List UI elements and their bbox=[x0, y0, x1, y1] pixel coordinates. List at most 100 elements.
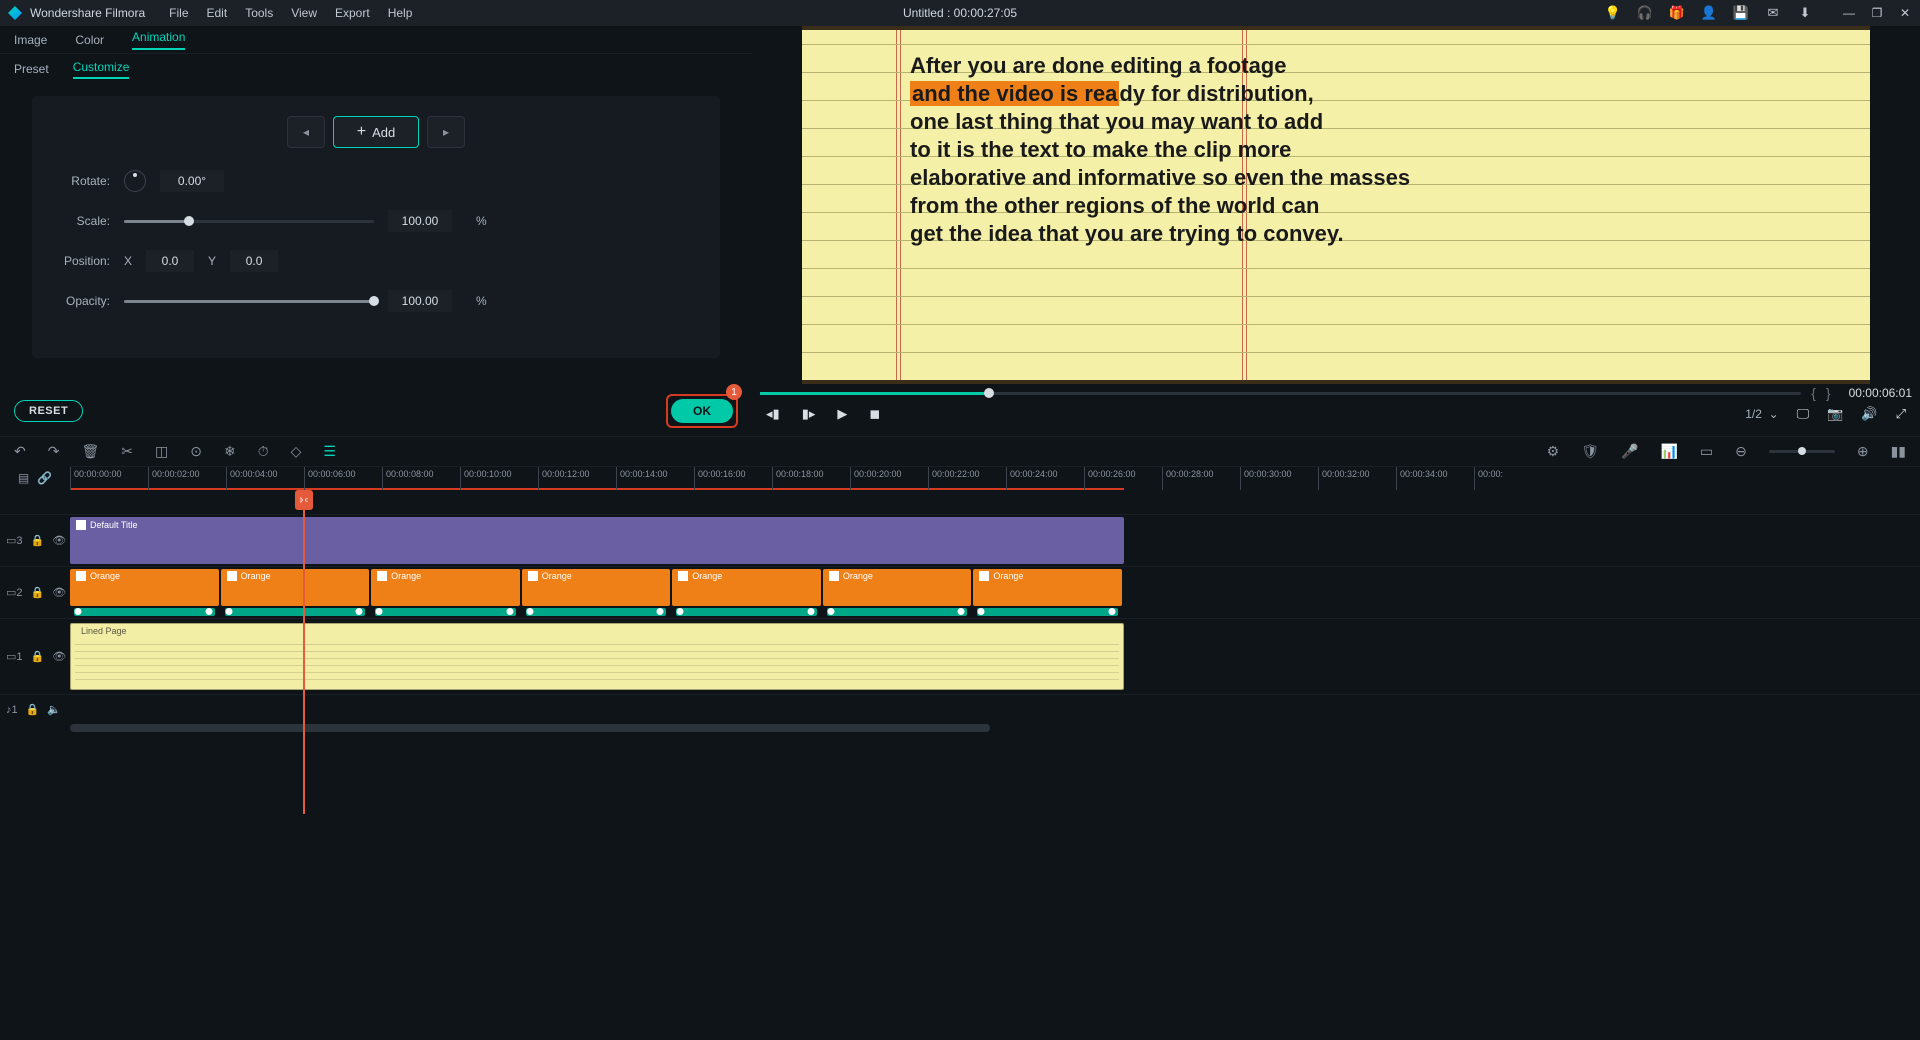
keyframe-strip[interactable] bbox=[827, 608, 968, 616]
lined-page-clip[interactable]: Lined Page bbox=[70, 623, 1124, 690]
keyframe-strip[interactable] bbox=[977, 608, 1118, 616]
timeline-hscrollbar[interactable] bbox=[0, 724, 1920, 734]
orange-clip[interactable]: Orange bbox=[973, 569, 1122, 606]
redo-icon[interactable]: ↷ bbox=[48, 443, 60, 460]
orange-clip[interactable]: Orange bbox=[371, 569, 520, 606]
download-icon[interactable]: ⬇ bbox=[1798, 6, 1812, 20]
headphones-icon[interactable]: 🎧 bbox=[1638, 6, 1652, 20]
next-keyframe-button[interactable]: ▸ bbox=[427, 116, 465, 148]
add-keyframe-button[interactable]: +Add bbox=[333, 116, 419, 148]
ruler-tick: 00:00: bbox=[1474, 467, 1503, 490]
menu-export[interactable]: Export bbox=[335, 6, 370, 20]
monitor-icon[interactable]: 🖵 bbox=[1797, 406, 1810, 422]
keyframe-strip[interactable] bbox=[225, 608, 366, 616]
opacity-slider[interactable] bbox=[124, 300, 374, 303]
menu-edit[interactable]: Edit bbox=[207, 6, 228, 20]
speed-icon[interactable]: ⊙ bbox=[190, 443, 202, 460]
zoom-fit-icon[interactable]: ▮▮ bbox=[1891, 443, 1906, 460]
timeline-zoom-slider[interactable] bbox=[1769, 450, 1835, 453]
orange-clip[interactable]: Orange bbox=[823, 569, 972, 606]
window-maximize-icon[interactable]: ❐ bbox=[1870, 6, 1884, 20]
keyframe-strip[interactable] bbox=[375, 608, 516, 616]
marker-area[interactable]: ✂ bbox=[70, 490, 1920, 514]
render-icon[interactable]: ⚙ bbox=[1547, 443, 1560, 460]
orange-clip[interactable]: Orange bbox=[221, 569, 370, 606]
step-back-button[interactable]: ◂▮ bbox=[766, 406, 780, 422]
track-lock-icon[interactable]: 🔒 bbox=[31, 534, 45, 547]
keyframe-strip[interactable] bbox=[676, 608, 817, 616]
user-icon[interactable]: 👤 bbox=[1702, 6, 1716, 20]
preview-zoom-select[interactable]: 1/2 ⌄ bbox=[1745, 407, 1778, 421]
zoom-in-icon[interactable]: ⊕ bbox=[1857, 443, 1869, 460]
undo-icon[interactable]: ↶ bbox=[14, 443, 26, 460]
mic-icon[interactable]: 🎤 bbox=[1621, 443, 1638, 460]
preview-progress-slider[interactable] bbox=[760, 392, 1801, 395]
window-close-icon[interactable]: ✕ bbox=[1898, 6, 1912, 20]
mixer-icon[interactable]: 📊 bbox=[1660, 443, 1677, 460]
scale-input[interactable] bbox=[388, 210, 452, 232]
position-x-input[interactable] bbox=[146, 250, 194, 272]
image-icon bbox=[528, 571, 538, 581]
snapshot-icon[interactable]: 📷 bbox=[1827, 406, 1843, 422]
preview-panel: After you are done editing a footage and… bbox=[752, 26, 1920, 436]
rotate-dial[interactable] bbox=[124, 170, 146, 192]
ok-button[interactable]: OK bbox=[671, 399, 733, 423]
subtab-preset[interactable]: Preset bbox=[14, 62, 49, 76]
volume-icon[interactable]: 🔊 bbox=[1861, 406, 1877, 422]
track-mute-icon[interactable]: 🔈 bbox=[47, 703, 61, 716]
shield-icon[interactable]: 🛡 bbox=[1581, 443, 1599, 460]
step-forward-button[interactable]: ▮▸ bbox=[802, 406, 816, 422]
rotate-input[interactable] bbox=[160, 170, 224, 192]
position-y-input[interactable] bbox=[230, 250, 278, 272]
opacity-input[interactable] bbox=[388, 290, 452, 312]
menu-file[interactable]: File bbox=[169, 6, 188, 20]
menu-tools[interactable]: Tools bbox=[245, 6, 273, 20]
keyframe-strip[interactable] bbox=[74, 608, 215, 616]
save-icon[interactable]: 💾 bbox=[1734, 6, 1748, 20]
lightbulb-icon[interactable]: 💡 bbox=[1606, 6, 1620, 20]
ok-badge: 1 bbox=[726, 384, 742, 400]
marker-icon[interactable]: ◇ bbox=[291, 443, 302, 460]
tab-color[interactable]: Color bbox=[75, 33, 104, 47]
zoom-out-icon[interactable]: ⊖ bbox=[1735, 443, 1747, 460]
delete-icon[interactable]: 🗑 bbox=[81, 443, 99, 460]
track-visible-icon[interactable]: 👁 bbox=[52, 534, 66, 547]
mail-icon[interactable]: ✉ bbox=[1766, 6, 1780, 20]
track-lock-icon[interactable]: 🔒 bbox=[31, 586, 45, 599]
split-icon[interactable]: ✂ bbox=[121, 443, 133, 460]
freeze-icon[interactable]: ❄ bbox=[224, 443, 236, 460]
crop-icon[interactable]: ◫ bbox=[155, 443, 168, 460]
tab-animation[interactable]: Animation bbox=[132, 30, 185, 50]
menu-view[interactable]: View bbox=[291, 6, 317, 20]
scale-slider[interactable] bbox=[124, 220, 374, 223]
ruler-tick: 00:00:06:00 bbox=[304, 467, 356, 490]
menu-help[interactable]: Help bbox=[388, 6, 413, 20]
ruler-tick: 00:00:00:00 bbox=[70, 467, 122, 490]
title-clip[interactable]: Default Title bbox=[70, 517, 1124, 564]
prev-keyframe-button[interactable]: ◂ bbox=[287, 116, 325, 148]
track-visible-icon[interactable]: 👁 bbox=[52, 586, 66, 599]
stop-button[interactable]: ◼ bbox=[869, 406, 880, 422]
orange-clip[interactable]: Orange bbox=[70, 569, 219, 606]
subtab-customize[interactable]: Customize bbox=[73, 60, 130, 79]
play-button[interactable]: ▶ bbox=[837, 406, 847, 422]
orange-clip[interactable]: Orange bbox=[672, 569, 821, 606]
adjust-icon[interactable]: ☰ bbox=[323, 443, 336, 460]
ruler-tick: 00:00:34:00 bbox=[1396, 467, 1448, 490]
keyframe-strip[interactable] bbox=[526, 608, 667, 616]
window-minimize-icon[interactable]: — bbox=[1842, 6, 1856, 20]
track-head-video1: ▭1 🔒 👁 bbox=[0, 619, 70, 694]
tab-image[interactable]: Image bbox=[14, 33, 47, 47]
track-visible-icon[interactable]: 👁 bbox=[52, 650, 66, 663]
aspect-icon[interactable]: ▭ bbox=[1700, 443, 1713, 460]
reset-button[interactable]: RESET bbox=[14, 400, 83, 422]
track-lock-icon[interactable]: 🔒 bbox=[31, 650, 45, 663]
link-icon[interactable]: 🔗 bbox=[37, 471, 52, 485]
track-layout-icon[interactable]: ▤ bbox=[18, 471, 29, 485]
timeline-ruler[interactable]: 00:00:00:0000:00:02:0000:00:04:0000:00:0… bbox=[70, 466, 1920, 490]
track-lock-icon[interactable]: 🔒 bbox=[26, 703, 40, 716]
gift-icon[interactable]: 🎁 bbox=[1670, 6, 1684, 20]
duration-icon[interactable]: ⏱ bbox=[258, 443, 269, 460]
orange-clip[interactable]: Orange bbox=[522, 569, 671, 606]
fullscreen-icon[interactable]: ⤢ bbox=[1896, 406, 1906, 422]
